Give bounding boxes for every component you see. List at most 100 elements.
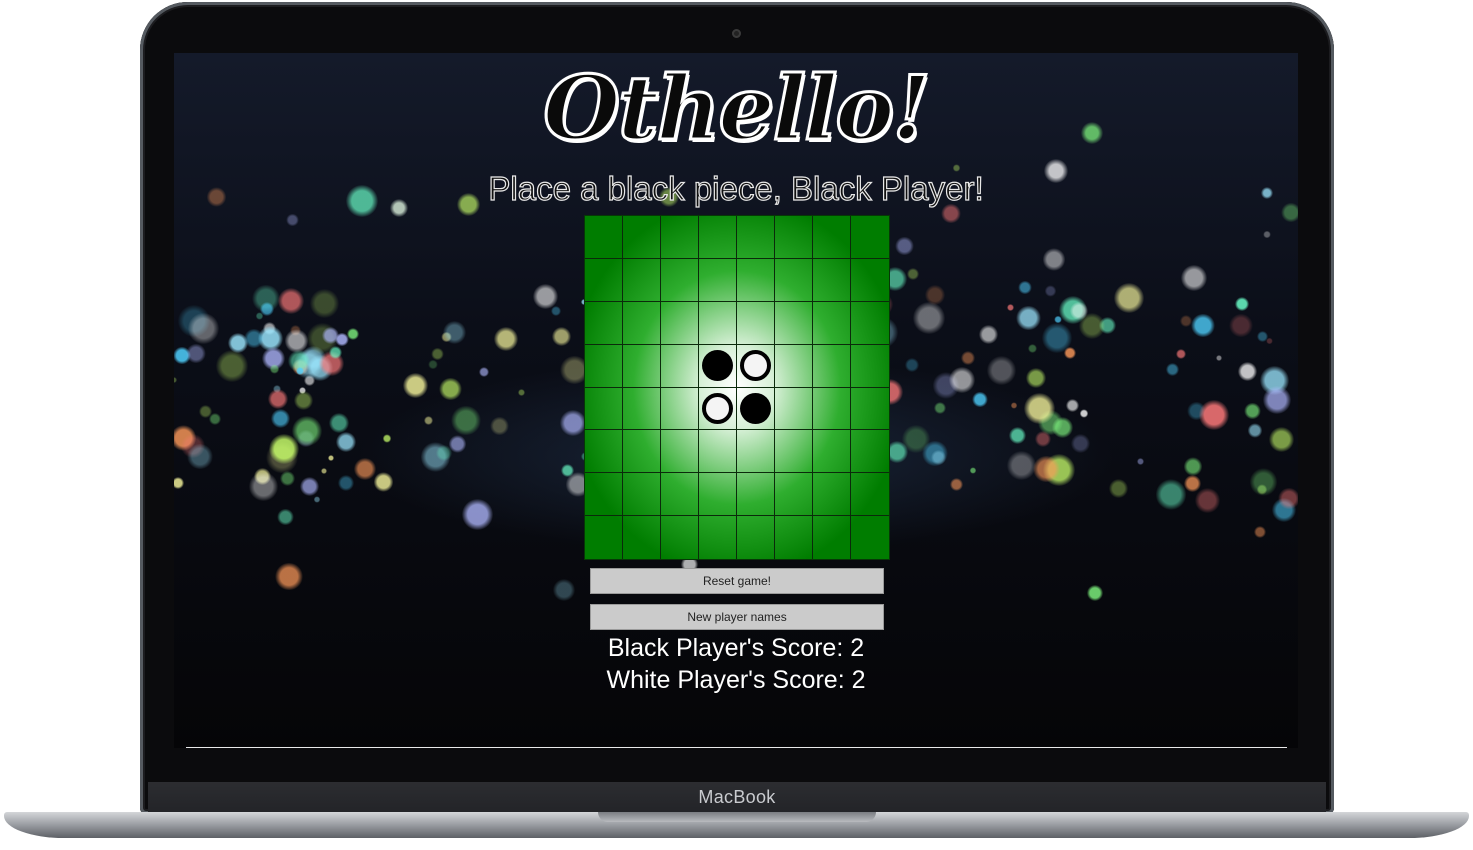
board-cell[interactable] bbox=[661, 473, 699, 517]
board-cell[interactable] bbox=[813, 430, 851, 474]
bokeh-dot bbox=[284, 329, 308, 353]
board-cell[interactable] bbox=[623, 301, 661, 345]
board-cell[interactable] bbox=[851, 259, 889, 302]
board-cell[interactable] bbox=[623, 387, 661, 431]
board-cell[interactable] bbox=[585, 473, 623, 517]
board-cell[interactable] bbox=[585, 258, 623, 302]
board-cell[interactable] bbox=[699, 301, 737, 345]
bokeh-dot bbox=[294, 391, 314, 411]
board-cell[interactable] bbox=[737, 216, 775, 259]
board-cell[interactable] bbox=[737, 387, 775, 431]
board-cell[interactable] bbox=[661, 344, 699, 388]
bokeh-dot bbox=[1071, 433, 1091, 454]
white-disc bbox=[702, 392, 733, 424]
board-cell[interactable] bbox=[623, 516, 661, 559]
bokeh-dot bbox=[1042, 248, 1066, 272]
bokeh-dot bbox=[913, 302, 945, 334]
board-cell[interactable] bbox=[661, 430, 699, 474]
board-cell[interactable] bbox=[661, 516, 699, 559]
bokeh-dot bbox=[322, 327, 340, 344]
new-player-names-button[interactable]: New player names bbox=[590, 604, 884, 630]
board-cell[interactable] bbox=[661, 301, 699, 345]
board-cell[interactable] bbox=[699, 516, 737, 559]
bokeh-dot bbox=[1113, 283, 1145, 314]
laptop-notch bbox=[598, 812, 876, 822]
board-cell[interactable] bbox=[737, 258, 775, 302]
board-cell[interactable] bbox=[851, 216, 889, 259]
bokeh-dot bbox=[1278, 487, 1298, 510]
bokeh-dot bbox=[321, 467, 328, 474]
board-cell[interactable] bbox=[699, 473, 737, 517]
board-cell[interactable] bbox=[623, 430, 661, 474]
bokeh-dot bbox=[187, 443, 214, 470]
board-cell[interactable] bbox=[813, 258, 851, 302]
bokeh-dot bbox=[479, 367, 490, 378]
board-cell[interactable] bbox=[585, 516, 623, 559]
board-cell[interactable] bbox=[585, 216, 623, 259]
board-cell[interactable] bbox=[661, 258, 699, 302]
bokeh-dot bbox=[431, 347, 445, 361]
bokeh-dot bbox=[374, 472, 394, 492]
board-cell[interactable] bbox=[699, 430, 737, 474]
bokeh-dot bbox=[338, 474, 355, 491]
board-cell[interactable] bbox=[813, 301, 851, 345]
board-cell[interactable] bbox=[623, 473, 661, 517]
reset-game-button[interactable]: Reset game! bbox=[590, 568, 884, 594]
board-cell[interactable] bbox=[851, 516, 889, 559]
bokeh-dot bbox=[275, 562, 303, 591]
board-cell[interactable] bbox=[737, 473, 775, 517]
board-cell[interactable] bbox=[699, 387, 737, 431]
bokeh-dot bbox=[1042, 322, 1073, 353]
bokeh-dot bbox=[552, 326, 572, 346]
board-cell[interactable] bbox=[623, 216, 661, 259]
board-cell[interactable] bbox=[775, 258, 813, 302]
board-cell[interactable] bbox=[737, 344, 775, 388]
board-cell[interactable] bbox=[851, 302, 889, 345]
board-cell[interactable] bbox=[813, 387, 851, 431]
board-cell[interactable] bbox=[813, 216, 851, 259]
board-cell[interactable] bbox=[851, 345, 889, 388]
bokeh-dot bbox=[328, 412, 349, 434]
board-cell[interactable] bbox=[585, 344, 623, 388]
board-cell[interactable] bbox=[585, 301, 623, 345]
bokeh-dot bbox=[1199, 399, 1230, 430]
bokeh-dot bbox=[933, 401, 947, 415]
board-cell[interactable] bbox=[775, 387, 813, 431]
bokeh-dot bbox=[1247, 423, 1263, 438]
board-cell[interactable] bbox=[699, 258, 737, 302]
board-cell[interactable] bbox=[775, 473, 813, 517]
bokeh-dot bbox=[1108, 479, 1129, 499]
board-cell[interactable] bbox=[737, 301, 775, 345]
board-cell[interactable] bbox=[851, 430, 889, 474]
board-cell[interactable] bbox=[813, 473, 851, 517]
board-cell[interactable] bbox=[699, 216, 737, 259]
black-score: Black Player's Score: 2 bbox=[607, 634, 865, 662]
board-cell[interactable] bbox=[813, 516, 851, 559]
bokeh-dot bbox=[1010, 401, 1018, 409]
board-cell[interactable] bbox=[699, 344, 737, 388]
board-cell[interactable] bbox=[623, 344, 661, 388]
board-cell[interactable] bbox=[775, 216, 813, 259]
board-cell[interactable] bbox=[775, 344, 813, 388]
bokeh-dot bbox=[518, 389, 525, 396]
bokeh-dot bbox=[895, 236, 914, 256]
board-cell[interactable] bbox=[775, 516, 813, 559]
board-cell[interactable] bbox=[737, 430, 775, 474]
board-cell[interactable] bbox=[851, 473, 889, 517]
board-cell[interactable] bbox=[775, 430, 813, 474]
board-cell[interactable] bbox=[585, 430, 623, 474]
board-cell[interactable] bbox=[661, 387, 699, 431]
bokeh-dot bbox=[336, 431, 356, 452]
bokeh-dot bbox=[1176, 348, 1187, 359]
board-cell[interactable] bbox=[737, 516, 775, 559]
bokeh-dot bbox=[1262, 385, 1291, 415]
board-cell[interactable] bbox=[851, 388, 889, 431]
bokeh-dot bbox=[1053, 315, 1062, 324]
board-cell[interactable] bbox=[623, 258, 661, 302]
bokeh-dot bbox=[490, 416, 510, 436]
board-cell[interactable] bbox=[813, 344, 851, 388]
board-cell[interactable] bbox=[585, 387, 623, 431]
board-cell[interactable] bbox=[661, 216, 699, 259]
bokeh-dot bbox=[354, 458, 376, 480]
board-cell[interactable] bbox=[775, 301, 813, 345]
